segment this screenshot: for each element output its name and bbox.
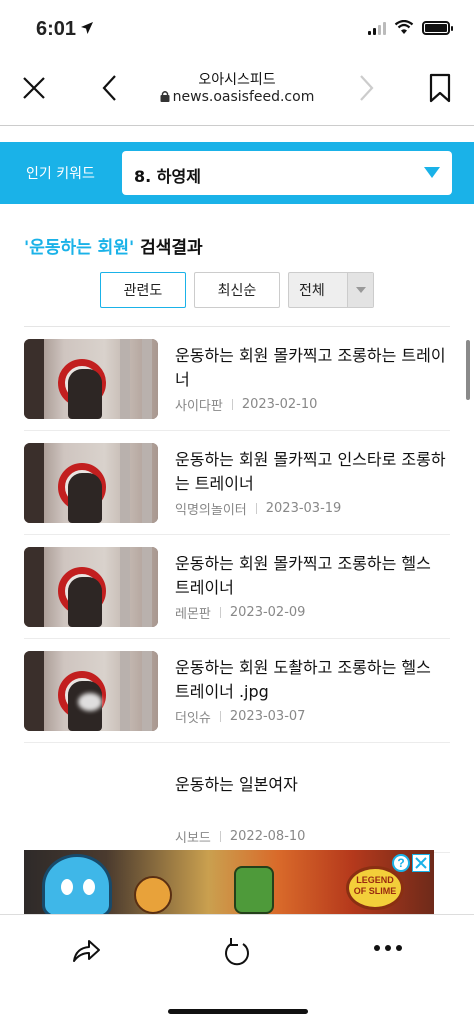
result-title[interactable]: 운동하는 회원 도촬하고 조롱하는 헬스 트레이너 .jpg xyxy=(175,656,450,704)
result-item[interactable]: 운동하는 회원 몰카찍고 조롱하는 헬스 트레이너 레몬판 2023-02-09 xyxy=(0,535,474,639)
share-icon[interactable] xyxy=(70,935,102,967)
result-title[interactable]: 운동하는 회원 몰카찍고 인스타로 조롱하는 트레이너 xyxy=(175,448,450,496)
location-icon xyxy=(81,22,93,34)
site-nav-cut xyxy=(0,112,474,126)
result-title[interactable]: 운동하는 회원 몰카찍고 조롱하는 헬스 트레이너 xyxy=(175,552,450,600)
status-bar: 6:01 xyxy=(0,0,474,56)
result-date: 2022-08-10 xyxy=(229,829,306,844)
result-date: 2023-03-19 xyxy=(265,501,342,516)
chevron-down-icon xyxy=(347,273,373,307)
bookmark-icon[interactable] xyxy=(428,72,452,104)
result-source: 더잇슈 xyxy=(175,711,211,726)
result-thumbnail[interactable] xyxy=(24,651,158,731)
sort-options: 관련도 최신순 전체 xyxy=(100,272,374,308)
url-text: news.oasisfeed.com xyxy=(172,89,315,105)
search-query: '운동하는 회원' xyxy=(24,238,135,258)
popular-keyword-select[interactable]: 8. 하영제 xyxy=(122,151,452,195)
site-title: 오아시스피드 xyxy=(198,72,276,88)
sort-latest-button[interactable]: 최신순 xyxy=(194,272,280,308)
result-title[interactable]: 운동하는 일본여자 xyxy=(175,773,450,797)
status-indicators xyxy=(368,20,453,35)
battery-icon xyxy=(422,20,453,35)
result-thumbnail[interactable] xyxy=(24,339,158,419)
result-source: 시보드 xyxy=(175,831,211,846)
results-title: '운동하는 회원' 검색결과 xyxy=(24,233,203,258)
filter-select[interactable]: 전체 xyxy=(288,272,374,308)
browser-header: 오아시스피드 news.oasisfeed.com xyxy=(0,56,474,120)
wifi-icon xyxy=(394,20,414,34)
result-item[interactable]: 운동하는 회원 도촬하고 조롱하는 헬스 트레이너 .jpg 더잇슈 2023-0… xyxy=(0,639,474,743)
status-time: 6:01 xyxy=(36,18,77,40)
more-icon[interactable] xyxy=(374,945,402,953)
bottom-toolbar xyxy=(0,914,474,1024)
url-bar[interactable]: news.oasisfeed.com xyxy=(0,89,474,105)
result-title[interactable]: 운동하는 회원 몰카찍고 조롱하는 트레이너 xyxy=(175,344,450,392)
ad-info-icon[interactable]: ? xyxy=(392,854,410,872)
ad-banner[interactable]: LEGEND OF SLIME xyxy=(24,850,434,914)
result-source: 사이다판 xyxy=(175,399,223,414)
ad-logo: LEGEND OF SLIME xyxy=(346,866,404,910)
result-date: 2023-02-09 xyxy=(229,605,306,620)
home-indicator[interactable] xyxy=(168,1009,308,1014)
result-item[interactable]: 운동하는 회원 몰카찍고 인스타로 조롱하는 트레이너 익명의놀이터 2023-0… xyxy=(0,431,474,535)
ad-character xyxy=(234,866,274,914)
result-thumbnail[interactable] xyxy=(24,547,158,627)
signal-icon xyxy=(368,21,386,35)
popular-keyword-label: 인기 키워드 xyxy=(26,166,95,182)
result-date: 2023-02-10 xyxy=(241,397,318,412)
result-meta: 시보드 2022-08-10 xyxy=(175,827,305,846)
result-meta: 익명의놀이터 2023-03-19 xyxy=(175,499,341,518)
ad-close-icon[interactable] xyxy=(412,854,430,872)
filter-value: 전체 xyxy=(299,283,325,299)
result-source: 레몬판 xyxy=(175,607,211,622)
popular-keyword-bar: 인기 키워드 8. 하영제 xyxy=(0,142,474,204)
sort-relevance-button[interactable]: 관련도 xyxy=(100,272,186,308)
results-suffix: 검색결과 xyxy=(134,238,203,258)
forward-icon[interactable] xyxy=(352,72,380,104)
refresh-icon[interactable] xyxy=(222,935,252,967)
result-meta: 레몬판 2023-02-09 xyxy=(175,603,305,622)
result-item[interactable]: 운동하는 일본여자 시보드 2022-08-10 xyxy=(0,743,474,853)
dropdown-arrow-icon xyxy=(424,167,440,178)
result-meta: 사이다판 2023-02-10 xyxy=(175,395,317,414)
result-thumbnail[interactable] xyxy=(24,443,158,523)
result-source: 익명의놀이터 xyxy=(175,503,247,518)
result-list: 운동하는 회원 몰카찍고 조롱하는 트레이너 사이다판 2023-02-10 운동… xyxy=(0,327,474,853)
scrollbar[interactable] xyxy=(466,340,470,400)
result-date: 2023-03-07 xyxy=(229,709,306,724)
popular-keyword-value: 8. 하영제 xyxy=(134,167,201,186)
ad-character xyxy=(134,876,172,914)
lock-icon xyxy=(160,91,170,102)
ad-slime-character xyxy=(42,854,112,914)
result-item[interactable]: 운동하는 회원 몰카찍고 조롱하는 트레이너 사이다판 2023-02-10 xyxy=(0,327,474,431)
result-meta: 더잇슈 2023-03-07 xyxy=(175,707,305,726)
